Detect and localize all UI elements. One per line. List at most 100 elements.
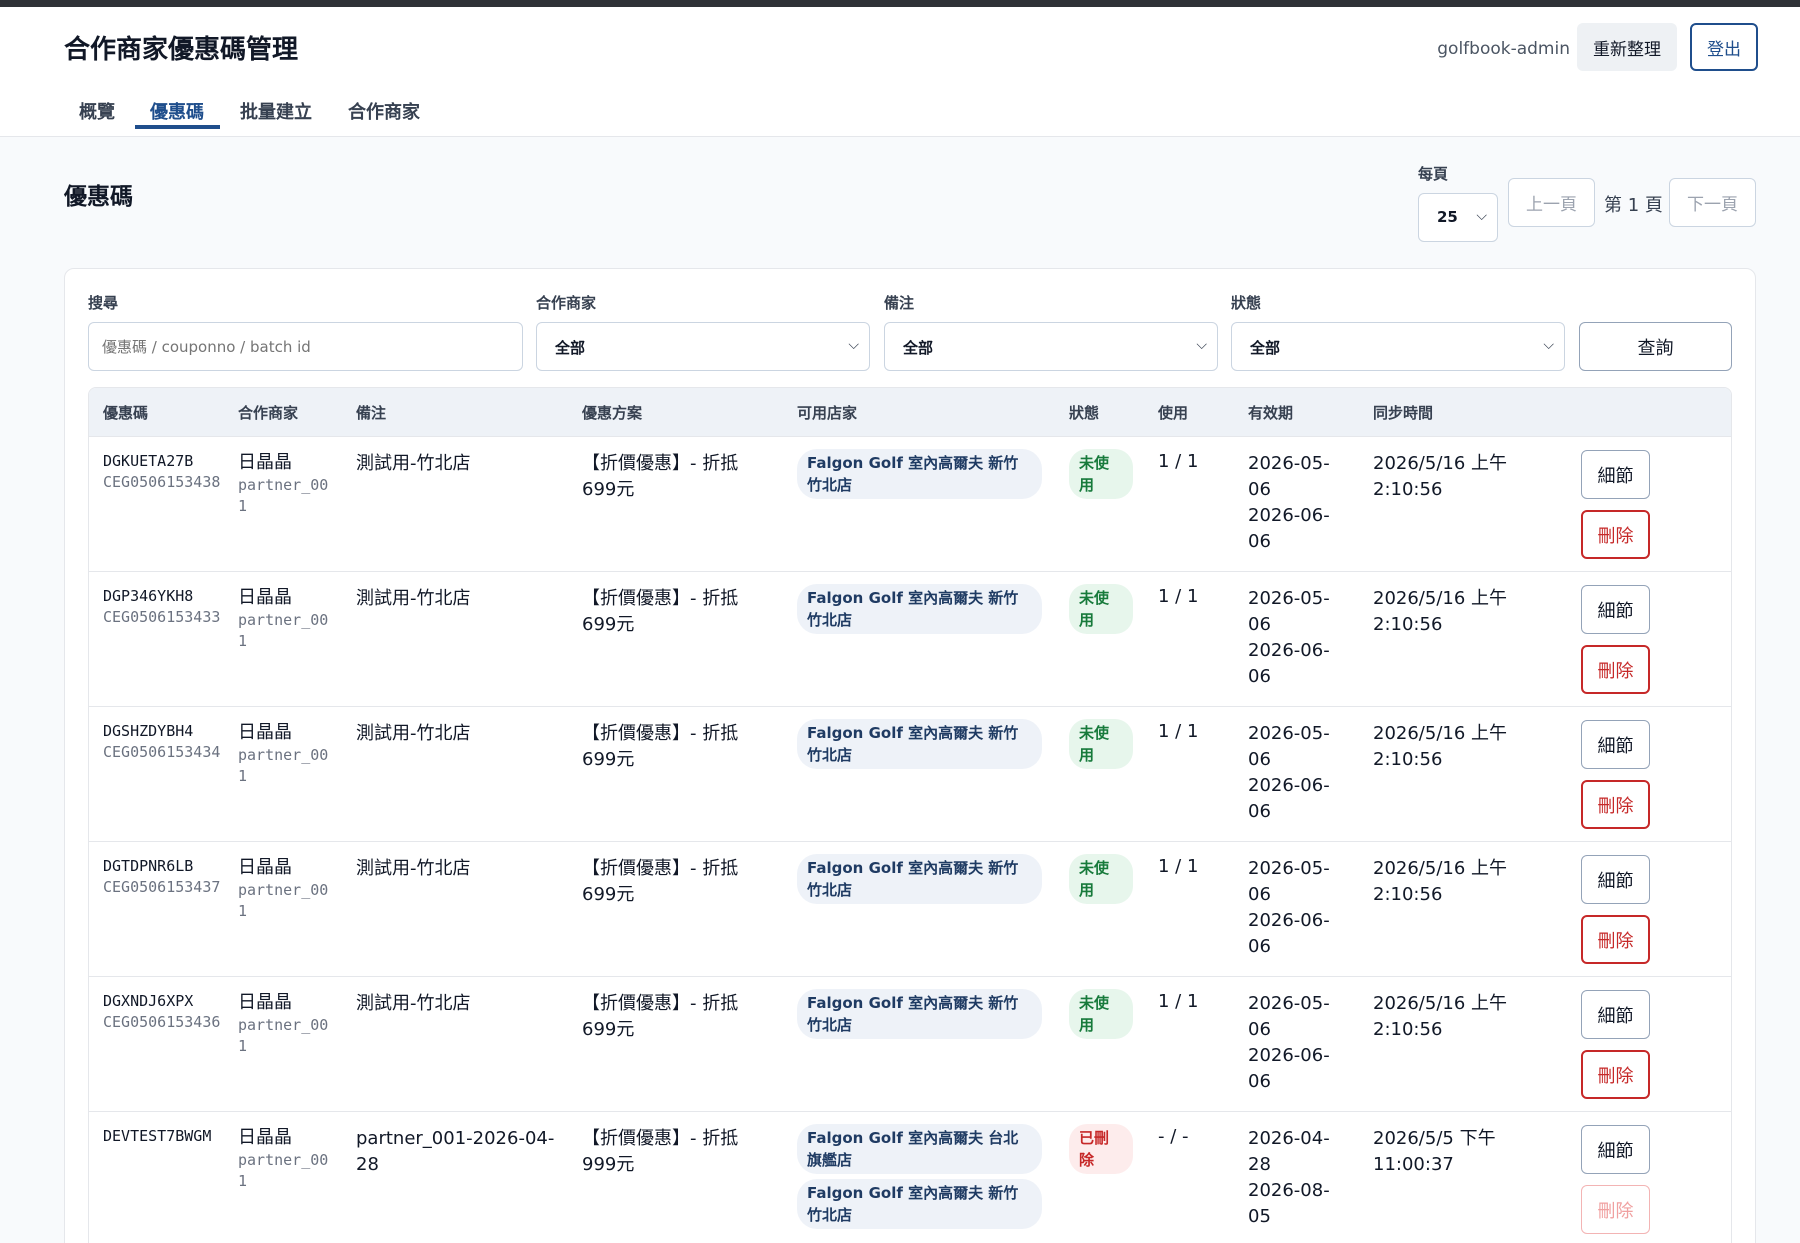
chevron-down-icon: ⌵ <box>1196 337 1207 353</box>
valid-to: 2026-06-06 <box>1248 640 1330 687</box>
tab-coupons[interactable]: 優惠碼 <box>150 98 204 124</box>
status-filter-select[interactable]: 全部 ⌵ <box>1231 322 1565 371</box>
usage-cell: 1 / 1 <box>1158 721 1199 742</box>
partner-filter-select[interactable]: 全部 ⌵ <box>536 322 870 371</box>
detail-button[interactable]: 細節 <box>1581 855 1650 904</box>
partner-filter-label: 合作商家 <box>536 294 597 312</box>
coupon-code-cell: DGKUETA27B CEG0506153438 <box>103 451 223 493</box>
detail-button[interactable]: 細節 <box>1581 720 1650 769</box>
partner-name: 日晶晶 <box>238 587 292 608</box>
coupon-no: CEG0506153438 <box>103 473 221 491</box>
partner-name: 日晶晶 <box>238 857 292 878</box>
coupon-code: DGP346YKH8 <box>103 587 194 605</box>
usage-cell: 1 / 1 <box>1158 856 1199 877</box>
partner-id: partner_001 <box>238 1016 329 1055</box>
usage-cell: 1 / 1 <box>1158 451 1199 472</box>
column-header-usage: 使用 <box>1158 404 1189 422</box>
detail-button[interactable]: 細節 <box>1581 450 1650 499</box>
validity-cell: 2026-05-06 2026-06-06 <box>1248 721 1348 825</box>
current-user: golfbook-admin <box>1437 39 1570 59</box>
search-input[interactable] <box>88 322 523 371</box>
validity-cell: 2026-05-06 2026-06-06 <box>1248 991 1348 1095</box>
valid-to: 2026-06-06 <box>1248 775 1330 822</box>
table-row: DGKUETA27B CEG0506153438 日晶晶 partner_001 測… <box>89 437 1731 572</box>
sync-time-cell: 2026/5/5 下午11:00:37 <box>1373 1128 1496 1175</box>
validity-cell: 2026-04-28 2026-08-05 <box>1248 1126 1348 1230</box>
plan-cell: 【折價優惠】- 折抵699元 <box>582 993 739 1040</box>
tab-partners[interactable]: 合作商家 <box>348 98 420 124</box>
status-badge: 未使用 <box>1069 989 1133 1039</box>
column-header-sync-time: 同步時間 <box>1373 404 1434 422</box>
valid-to: 2026-06-06 <box>1248 505 1330 552</box>
per-page-value: 25 <box>1437 208 1458 226</box>
delete-button[interactable]: 刪除 <box>1581 1050 1650 1099</box>
partner-id: partner_001 <box>238 1151 329 1190</box>
table-header: 優惠碼 合作商家 備注 優惠方案 可用店家 狀態 使用 有效期 同步時間 <box>89 388 1731 437</box>
coupon-code: DEVTEST7BWGM <box>103 1127 212 1145</box>
usage-cell: - / - <box>1158 1126 1189 1147</box>
window-top-bar <box>0 0 1800 7</box>
store-badge: Falgon Golf 室內高爾夫 新竹竹北店 <box>797 449 1042 499</box>
delete-button[interactable]: 刪除 <box>1581 645 1650 694</box>
note-filter-value: 全部 <box>903 339 934 357</box>
app-title: 合作商家優惠碼管理 <box>64 35 299 65</box>
partner-cell: 日晶晶 partner_001 <box>238 721 338 787</box>
status-filter-value: 全部 <box>1250 339 1281 357</box>
active-tab-indicator <box>135 125 220 129</box>
per-page-label: 每頁 <box>1418 165 1449 183</box>
partner-id: partner_001 <box>238 476 329 515</box>
plan-cell: 【折價優惠】- 折抵699元 <box>582 858 739 905</box>
refresh-button[interactable]: 重新整理 <box>1577 23 1677 71</box>
note-cell: 測試用-竹北店 <box>356 588 471 609</box>
partner-id: partner_001 <box>238 611 329 650</box>
detail-button[interactable]: 細節 <box>1581 585 1650 634</box>
partner-cell: 日晶晶 partner_001 <box>238 586 338 652</box>
sync-time-cell: 2026/5/16 上午2:10:56 <box>1373 723 1508 770</box>
note-filter-select[interactable]: 全部 ⌵ <box>884 322 1218 371</box>
chevron-down-icon: ⌵ <box>1476 208 1487 224</box>
next-page-button[interactable]: 下一頁 <box>1669 178 1756 227</box>
column-header-validity: 有效期 <box>1248 404 1294 422</box>
valid-from: 2026-05-06 <box>1248 993 1330 1040</box>
tab-overview[interactable]: 概覽 <box>79 98 115 124</box>
store-badge: Falgon Golf 室內高爾夫 台北旗艦店 <box>797 1124 1042 1174</box>
stores-cell: Falgon Golf 室內高爾夫 新竹竹北店 <box>797 584 1042 639</box>
sync-time-cell: 2026/5/16 上午2:10:56 <box>1373 858 1508 905</box>
partner-cell: 日晶晶 partner_001 <box>238 991 338 1057</box>
valid-to: 2026-08-05 <box>1248 1180 1330 1227</box>
stores-cell: Falgon Golf 室內高爾夫 新竹竹北店 <box>797 719 1042 774</box>
per-page-select[interactable]: 25 ⌵ <box>1418 193 1498 242</box>
page-indicator: 第 1 頁 <box>1604 195 1663 216</box>
coupon-code-cell: DGXNDJ6XPX CEG0506153436 <box>103 991 223 1033</box>
status-badge: 未使用 <box>1069 719 1133 769</box>
valid-from: 2026-05-06 <box>1248 723 1330 770</box>
column-header-note: 備注 <box>356 404 387 422</box>
store-badge: Falgon Golf 室內高爾夫 新竹竹北店 <box>797 989 1042 1039</box>
coupon-no: CEG0506153433 <box>103 608 221 626</box>
coupon-table: 優惠碼 合作商家 備注 優惠方案 可用店家 狀態 使用 有效期 同步時間 DGK… <box>88 387 1732 1243</box>
delete-button[interactable]: 刪除 <box>1581 780 1650 829</box>
status-filter-label: 狀態 <box>1231 294 1262 312</box>
coupon-code-cell: DEVTEST7BWGM <box>103 1126 223 1147</box>
store-badge: Falgon Golf 室內高爾夫 新竹竹北店 <box>797 584 1042 634</box>
query-button[interactable]: 查詢 <box>1579 322 1732 371</box>
partner-id: partner_001 <box>238 881 329 920</box>
logout-button[interactable]: 登出 <box>1690 23 1758 71</box>
status-badge: 未使用 <box>1069 449 1133 499</box>
coupon-code: DGKUETA27B <box>103 452 194 470</box>
validity-cell: 2026-05-06 2026-06-06 <box>1248 856 1348 960</box>
tab-batch-create[interactable]: 批量建立 <box>240 98 312 124</box>
detail-button[interactable]: 細節 <box>1581 990 1650 1039</box>
partner-cell: 日晶晶 partner_001 <box>238 451 338 517</box>
stores-cell: Falgon Golf 室內高爾夫 新竹竹北店 <box>797 854 1042 909</box>
delete-button[interactable]: 刪除 <box>1581 915 1650 964</box>
delete-button[interactable]: 刪除 <box>1581 510 1650 559</box>
status-cell: 未使用 <box>1069 989 1133 1039</box>
detail-button[interactable]: 細節 <box>1581 1125 1650 1174</box>
column-header-status: 狀態 <box>1069 404 1100 422</box>
prev-page-button[interactable]: 上一頁 <box>1508 178 1595 227</box>
status-cell: 已刪除 <box>1069 1124 1133 1174</box>
coupon-code: DGSHZDYBH4 <box>103 722 194 740</box>
sync-time-cell: 2026/5/16 上午2:10:56 <box>1373 993 1508 1040</box>
usage-cell: 1 / 1 <box>1158 586 1199 607</box>
